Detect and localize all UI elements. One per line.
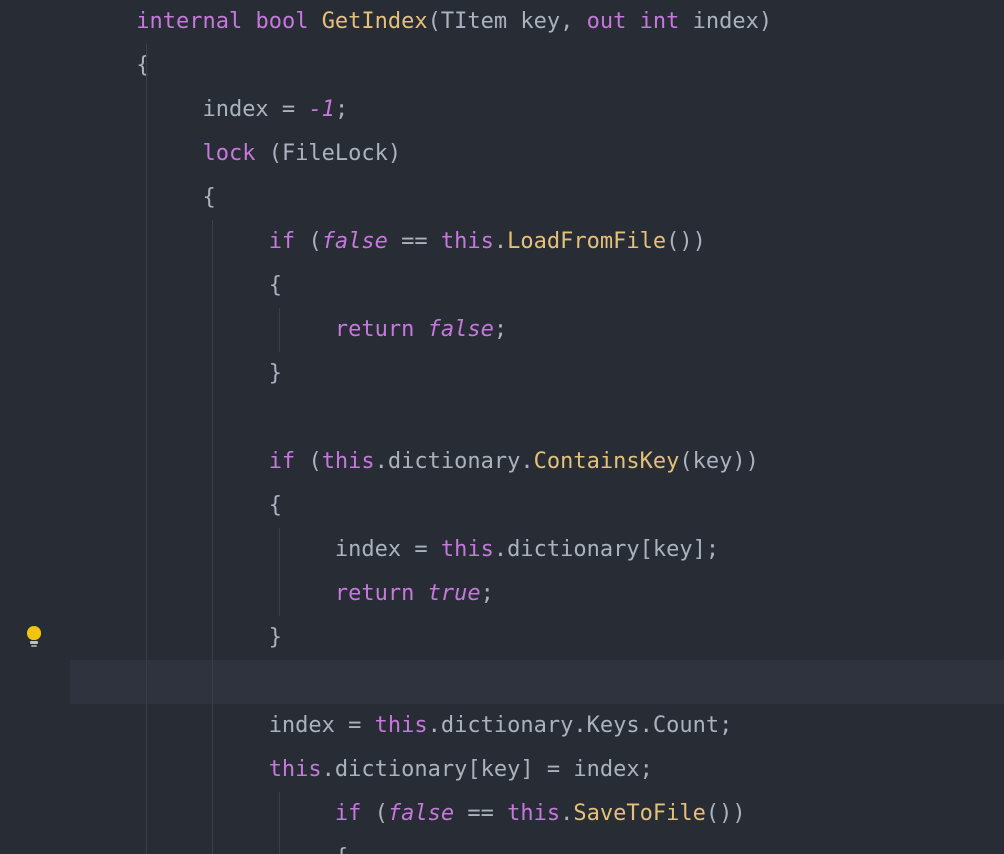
keyword-if: if	[269, 229, 296, 254]
literal-false: false	[322, 229, 388, 254]
keyword-if: if	[269, 449, 296, 474]
code-line[interactable]: if (false == this.SaveToFile())	[70, 792, 1004, 836]
keyword-if: if	[335, 801, 362, 826]
literal-neg1: -1	[308, 97, 335, 122]
code-line[interactable]: {	[70, 264, 1004, 308]
code-line[interactable]: {	[70, 176, 1004, 220]
code-line[interactable]: return true;	[70, 572, 1004, 616]
identifier-dictionary: dictionary	[507, 537, 639, 562]
identifier-index: index	[573, 757, 639, 782]
identifier-keys: Keys	[587, 713, 640, 738]
code-line[interactable]: index = this.dictionary.Keys.Count;	[70, 704, 1004, 748]
literal-false: false	[388, 801, 454, 826]
identifier-index: index	[335, 537, 401, 562]
identifier-dictionary: dictionary	[441, 713, 573, 738]
identifier-dictionary: dictionary	[388, 449, 520, 474]
identifier-key: key	[693, 449, 733, 474]
param-index: index	[693, 9, 759, 34]
code-line[interactable]: if (this.dictionary.ContainsKey(key))	[70, 440, 1004, 484]
keyword-this: this	[507, 801, 560, 826]
keyword-this: this	[269, 757, 322, 782]
method-containskey: ContainsKey	[534, 449, 680, 474]
code-line[interactable]: {	[70, 836, 1004, 854]
keyword-this: this	[322, 449, 375, 474]
literal-false: false	[428, 317, 494, 342]
method-savetofile: SaveToFile	[573, 801, 705, 826]
code-line[interactable]: index = -1;	[70, 88, 1004, 132]
type-bool: bool	[255, 9, 308, 34]
keyword-internal: internal	[136, 9, 242, 34]
gutter	[0, 0, 60, 854]
code-line[interactable]: index = this.dictionary[key];	[70, 528, 1004, 572]
identifier-index: index	[202, 97, 268, 122]
keyword-this: this	[441, 229, 494, 254]
code-line[interactable]: this.dictionary[key] = index;	[70, 748, 1004, 792]
method-name: GetIndex	[322, 9, 428, 34]
keyword-return: return	[335, 317, 414, 342]
code-block[interactable]: internal bool GetIndex(TItem key, out in…	[60, 0, 1004, 854]
identifier-count: Count	[653, 713, 719, 738]
identifier-dictionary: dictionary	[335, 757, 467, 782]
code-line[interactable]: }	[70, 616, 1004, 660]
type-titem: TItem	[441, 9, 507, 34]
code-area[interactable]: internal bool GetIndex(TItem key, out in…	[60, 0, 1004, 854]
type-int: int	[640, 9, 680, 34]
keyword-this: this	[375, 713, 428, 738]
code-line[interactable]: {	[70, 484, 1004, 528]
identifier-filelock: FileLock	[282, 141, 388, 166]
identifier-key: key	[481, 757, 521, 782]
code-line[interactable]: lock (FileLock)	[70, 132, 1004, 176]
lightbulb-icon[interactable]	[24, 626, 44, 650]
literal-true: true	[428, 581, 481, 606]
code-line[interactable]: return false;	[70, 308, 1004, 352]
code-line[interactable]: internal bool GetIndex(TItem key, out in…	[70, 0, 1004, 44]
code-editor[interactable]: internal bool GetIndex(TItem key, out in…	[0, 0, 1004, 854]
code-line[interactable]: {	[70, 44, 1004, 88]
code-line[interactable]	[70, 396, 1004, 440]
keyword-lock: lock	[202, 141, 255, 166]
code-line[interactable]: if (false == this.LoadFromFile())	[70, 220, 1004, 264]
keyword-return: return	[335, 581, 414, 606]
keyword-out: out	[587, 9, 627, 34]
identifier-index: index	[269, 713, 335, 738]
identifier-key: key	[653, 537, 693, 562]
param-key: key	[520, 9, 560, 34]
code-line-current[interactable]	[70, 660, 1004, 704]
keyword-this: this	[441, 537, 494, 562]
method-loadfromfile: LoadFromFile	[507, 229, 666, 254]
code-line[interactable]: }	[70, 352, 1004, 396]
